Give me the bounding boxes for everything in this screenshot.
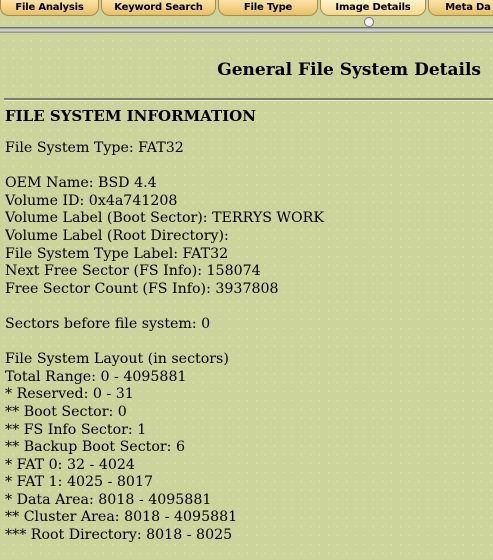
detail-line: * Data Area: 8018 - 4095881 (5, 491, 212, 508)
detail-line: Sectors before file system: 0 (5, 315, 211, 332)
detail-line: OEM Name: BSD 4.4 (5, 175, 157, 192)
detail-line: Volume ID: 0x4a741208 (5, 192, 178, 209)
frame-resize-handle[interactable] (364, 17, 374, 27)
tab-bar: File Analysis Keyword Search File Type I… (0, 0, 493, 18)
detail-line: Volume Label (Root Directory): (5, 227, 229, 244)
detail-line: Free Sector Count (FS Info): 3937808 (5, 280, 279, 297)
detail-line: * FAT 0: 32 - 4024 (5, 456, 135, 473)
tab-file-analysis[interactable]: File Analysis (0, 0, 99, 16)
detail-line: *** Root Directory: 8018 - 8025 (5, 527, 233, 544)
detail-line: File System Layout (in sectors) (5, 351, 229, 368)
tab-meta-data[interactable]: Meta Da (428, 0, 493, 16)
tab-keyword-search[interactable]: Keyword Search (101, 0, 216, 16)
tab-file-type[interactable]: File Type (218, 0, 318, 16)
detail-line: File System Type: FAT32 (5, 140, 184, 156)
detail-line: File System Type Label: FAT32 (5, 245, 229, 262)
detail-line: ** FS Info Sector: 1 (5, 421, 147, 438)
detail-line: * Reserved: 0 - 31 (5, 386, 134, 403)
section-heading: FILE SYSTEM INFORMATION (5, 107, 256, 125)
detail-line: Total Range: 0 - 4095881 (5, 368, 187, 385)
horizontal-rule (4, 98, 493, 101)
page-title: General File System Details (217, 60, 481, 80)
detail-line: ** Boot Sector: 0 (5, 403, 127, 420)
detail-line: * FAT 1: 4025 - 8017 (5, 474, 153, 491)
detail-line: ** Backup Boot Sector: 6 (5, 439, 185, 456)
frame-divider[interactable] (0, 27, 493, 33)
detail-line: ** Cluster Area: 8018 - 4095881 (5, 509, 238, 526)
detail-line: Volume Label (Boot Sector): TERRYS WORK (5, 210, 324, 227)
detail-line: Next Free Sector (FS Info): 158074 (5, 263, 261, 280)
file-system-details: File System Type: FAT32 OEM Name: BSD 4.… (5, 140, 490, 545)
tab-image-details[interactable]: Image Details (320, 0, 426, 16)
